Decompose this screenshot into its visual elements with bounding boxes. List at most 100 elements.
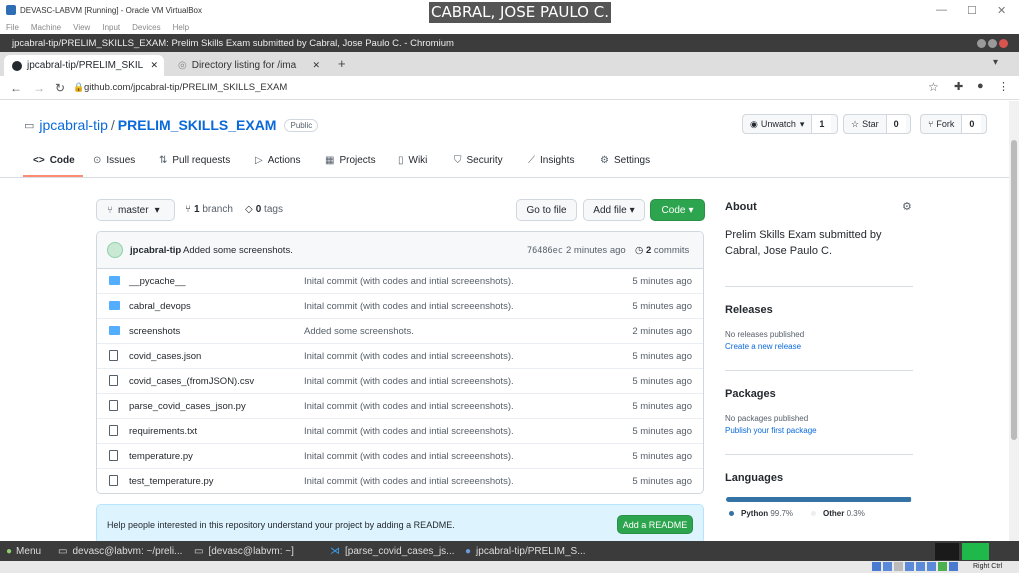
branch-select[interactable]: ⑂ master ▾ (96, 199, 175, 221)
file-name-link[interactable]: parse_covid_cases_json.py (129, 401, 246, 412)
code-dropdown-button[interactable]: Code ▾ (650, 199, 705, 221)
browser-close-icon[interactable] (999, 39, 1008, 48)
profile-icon[interactable]: ● (977, 80, 984, 92)
file-name-link[interactable]: __pycache__ (129, 276, 186, 287)
file-row[interactable]: covid_cases.json Inital commit (with code… (97, 344, 703, 369)
file-name-link[interactable]: requirements.txt (129, 426, 197, 437)
repo-owner-link[interactable]: jpcabral-tip (39, 117, 107, 133)
file-commit-message[interactable]: Inital commit (with codes and intial scr… (304, 451, 514, 462)
tab-settings[interactable]: ⚙ Settings (600, 155, 650, 166)
taskbar-terminal-1[interactable]: ▭ devasc@labvm: ~/preli... (58, 541, 182, 561)
file-row[interactable]: cabral_devops Inital commit (with codes a… (97, 294, 703, 319)
publish-package-link[interactable]: Publish your first package (725, 426, 817, 435)
start-menu-button[interactable]: ● Menu (6, 541, 41, 561)
tab-code[interactable]: <> Code (33, 155, 75, 166)
file-row[interactable]: __pycache__ Inital commit (with codes and… (97, 269, 703, 294)
url-field[interactable]: github.com/jpcabral-tip/PRELIM_SKILLS_EX… (84, 82, 287, 93)
host-key-arrow-icon[interactable] (949, 562, 958, 571)
tab-search-icon[interactable]: ▾ (993, 57, 998, 68)
menu-help[interactable]: Help (173, 23, 189, 32)
repo-name-link[interactable]: PRELIM_SKILLS_EXAM (118, 117, 277, 133)
new-tab-icon[interactable]: + (338, 56, 346, 71)
bookmark-star-icon[interactable]: ☆ (928, 80, 939, 94)
tab-close-icon[interactable]: ✕ (150, 60, 158, 71)
extensions-icon[interactable]: ✚ (954, 80, 963, 93)
releases-heading[interactable]: Releases (725, 304, 773, 316)
file-name-link[interactable]: covid_cases.json (129, 351, 201, 362)
create-release-link[interactable]: Create a new release (725, 342, 801, 351)
file-commit-message[interactable]: Inital commit (with codes and intial scr… (304, 426, 514, 437)
commits-link[interactable]: ◷ 2 commits (635, 245, 689, 256)
tags-link[interactable]: ◇ 0 tags (245, 204, 283, 215)
tab-directory-listing[interactable]: ◎ Directory listing for /ima ✕ (170, 55, 326, 76)
file-row[interactable]: test_temperature.py Inital commit (with c… (97, 469, 703, 493)
add-readme-button[interactable]: Add a README (617, 515, 693, 534)
avatar[interactable] (107, 242, 123, 258)
unwatch-button[interactable]: ◉ Unwatch ▾ 1 (742, 114, 838, 134)
tab-insights[interactable]: ⟋ Insights (528, 155, 574, 166)
tab-actions[interactable]: ▷ Actions (255, 155, 301, 166)
language-other[interactable]: Other 0.3% (811, 509, 865, 518)
browser-minimize-icon[interactable] (977, 39, 986, 48)
hdd-icon[interactable] (872, 562, 881, 571)
commit-message[interactable]: Added some screenshots. (183, 245, 293, 256)
browser-menu-icon[interactable]: ⋮ (998, 80, 1009, 93)
fork-button[interactable]: ⑂ Fork 0 (920, 114, 987, 134)
taskbar-terminal-2[interactable]: ▭ [devasc@labvm: ~] (194, 541, 294, 561)
menu-input[interactable]: Input (102, 23, 120, 32)
file-row[interactable]: requirements.txt Inital commit (with code… (97, 419, 703, 444)
tab-pull-requests[interactable]: ⇅ Pull requests (159, 155, 230, 166)
branches-link[interactable]: ⑂ 1 branch (185, 204, 233, 215)
commit-sha[interactable]: 76486ec (527, 246, 563, 256)
file-name-link[interactable]: cabral_devops (129, 301, 191, 312)
menu-devices[interactable]: Devices (132, 23, 160, 32)
go-to-file-button[interactable]: Go to file (516, 199, 577, 221)
maximize-icon[interactable]: ☐ (967, 4, 977, 17)
tab-projects[interactable]: ▦ Projects (325, 155, 376, 166)
scrollbar-thumb[interactable] (1011, 140, 1017, 440)
packages-heading[interactable]: Packages (725, 388, 776, 400)
file-commit-message[interactable]: Added some screenshots. (304, 326, 414, 337)
close-icon[interactable]: ✕ (997, 4, 1006, 17)
optical-icon[interactable] (883, 562, 892, 571)
file-name-link[interactable]: covid_cases_(fromJSON).csv (129, 376, 254, 387)
file-commit-message[interactable]: Inital commit (with codes and intial scr… (304, 401, 514, 412)
reload-icon[interactable]: ↻ (55, 81, 65, 95)
file-name-link[interactable]: screenshots (129, 326, 180, 337)
file-commit-message[interactable]: Inital commit (with codes and intial scr… (304, 476, 514, 487)
file-commit-message[interactable]: Inital commit (with codes and intial scr… (304, 351, 514, 362)
file-name-link[interactable]: test_temperature.py (129, 476, 214, 487)
tab-wiki[interactable]: ▯ Wiki (398, 155, 427, 166)
network-icon[interactable] (905, 562, 914, 571)
file-row[interactable]: temperature.py Inital commit (with codes … (97, 444, 703, 469)
star-button[interactable]: ☆ Star 0 (843, 114, 911, 134)
menu-view[interactable]: View (73, 23, 90, 32)
file-row[interactable]: covid_cases_(fromJSON).csv Inital commit … (97, 369, 703, 394)
tab-github-repo[interactable]: jpcabral-tip/PRELIM_SKIL ✕ (4, 55, 164, 76)
menu-machine[interactable]: Machine (31, 23, 61, 32)
taskbar-chromium[interactable]: ● jpcabral-tip/PRELIM_S... (465, 541, 586, 561)
about-settings-gear-icon[interactable]: ⚙ (902, 200, 912, 213)
tab-security[interactable]: ⛉ Security (454, 155, 503, 166)
file-commit-message[interactable]: Inital commit (with codes and intial scr… (304, 276, 514, 287)
file-name-link[interactable]: temperature.py (129, 451, 193, 462)
taskbar-vscode[interactable]: ⋊ [parse_covid_cases_js... (330, 541, 455, 561)
menu-file[interactable]: File (6, 23, 19, 32)
tab-issues[interactable]: ⊙ Issues (93, 155, 135, 166)
shared-folder-icon[interactable] (927, 562, 936, 571)
audio-icon[interactable] (894, 562, 903, 571)
tab-close-icon[interactable]: ✕ (312, 60, 320, 71)
minimize-icon[interactable]: — (936, 4, 947, 16)
file-row[interactable]: parse_covid_cases_json.py Inital commit (… (97, 394, 703, 419)
browser-maximize-icon[interactable] (988, 39, 997, 48)
forward-icon[interactable]: → (33, 81, 45, 95)
file-commit-message[interactable]: Inital commit (with codes and intial scr… (304, 376, 514, 387)
language-python[interactable]: Python 99.7% (729, 509, 793, 518)
file-row[interactable]: screenshots Added some screenshots. 2 minu… (97, 319, 703, 344)
usb-icon[interactable] (916, 562, 925, 571)
add-file-button[interactable]: Add file ▾ (583, 199, 645, 221)
file-commit-message[interactable]: Inital commit (with codes and intial scr… (304, 301, 514, 312)
back-icon[interactable]: ← (10, 81, 22, 95)
display-icon[interactable] (938, 562, 947, 571)
commit-author[interactable]: jpcabral-tip (130, 245, 181, 256)
